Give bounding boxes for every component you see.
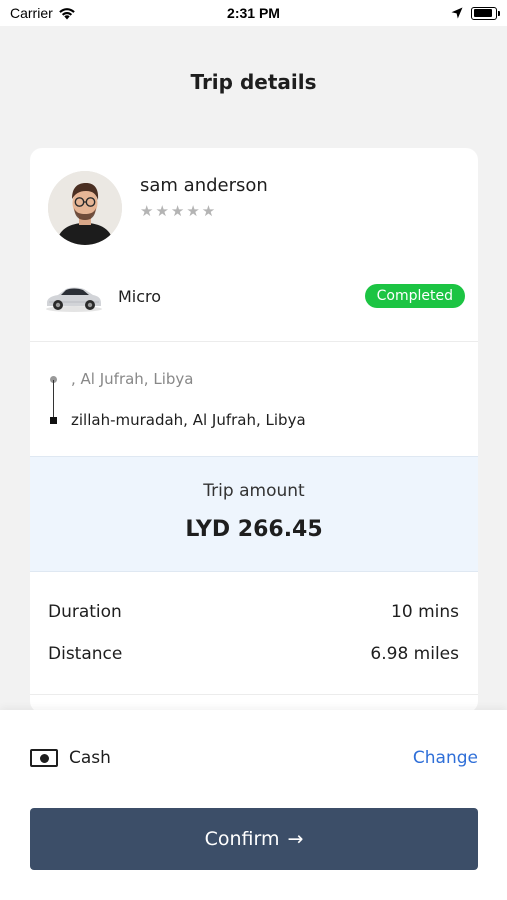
payment-row: Cash Change [30,748,478,768]
location-arrow-icon [451,7,463,19]
person-icon [48,171,122,245]
trip-stats: Duration 10 mins Distance 6.98 miles [48,591,459,675]
driver-name: sam anderson [140,174,268,196]
vehicle-type: Micro [118,286,162,306]
battery-icon [471,6,500,20]
route-line [53,380,54,420]
cash-coin [39,753,49,763]
duration-label: Duration [48,602,122,622]
confirm-button[interactable]: Confirm → [30,808,478,870]
dropoff-square-icon [50,417,57,424]
duration-row: Duration 10 mins [48,591,459,633]
driver-avatar[interactable] [48,171,122,245]
cash-icon [30,749,58,767]
driver-row: sam anderson ★★★★★ [48,171,268,245]
bottom-sheet: Cash Change Confirm → [0,710,507,900]
wifi-icon [58,7,75,19]
status-right [451,6,500,20]
distance-label: Distance [48,644,123,664]
trip-card: sam anderson ★★★★★ Micro Completed , Al … [30,148,478,713]
status-badge: Completed [364,284,465,308]
page-title: Trip details [190,70,317,94]
distance-value: 6.98 miles [370,644,459,664]
divider [30,694,478,695]
payment-method: Cash [69,748,111,768]
distance-row: Distance 6.98 miles [48,633,459,675]
status-left: Carrier [10,5,76,21]
change-payment-link[interactable]: Change [413,748,478,768]
rating-stars: ★★★★★ [140,201,218,220]
arrow-right-icon: → [287,828,304,850]
driver-info: sam anderson ★★★★★ [140,175,268,220]
trip-amount-label: Trip amount [203,481,305,501]
duration-value: 10 mins [391,602,459,622]
confirm-label: Confirm [204,828,280,850]
pickup-address: , Al Jufrah, Libya [71,370,194,388]
car-icon [46,287,102,312]
status-bar: Carrier 2:31 PM [0,0,507,26]
status-time: 2:31 PM [227,5,280,21]
battery-fill [473,9,493,17]
divider [30,341,478,342]
carrier-label: Carrier [10,5,53,21]
dropoff-address: zillah-muradah, Al Jufrah, Libya [71,411,306,429]
vehicle-row: Micro Completed [44,278,465,314]
trip-amount-value: LYD 266.45 [185,517,323,542]
trip-amount-box: Trip amount LYD 266.45 [30,456,478,572]
